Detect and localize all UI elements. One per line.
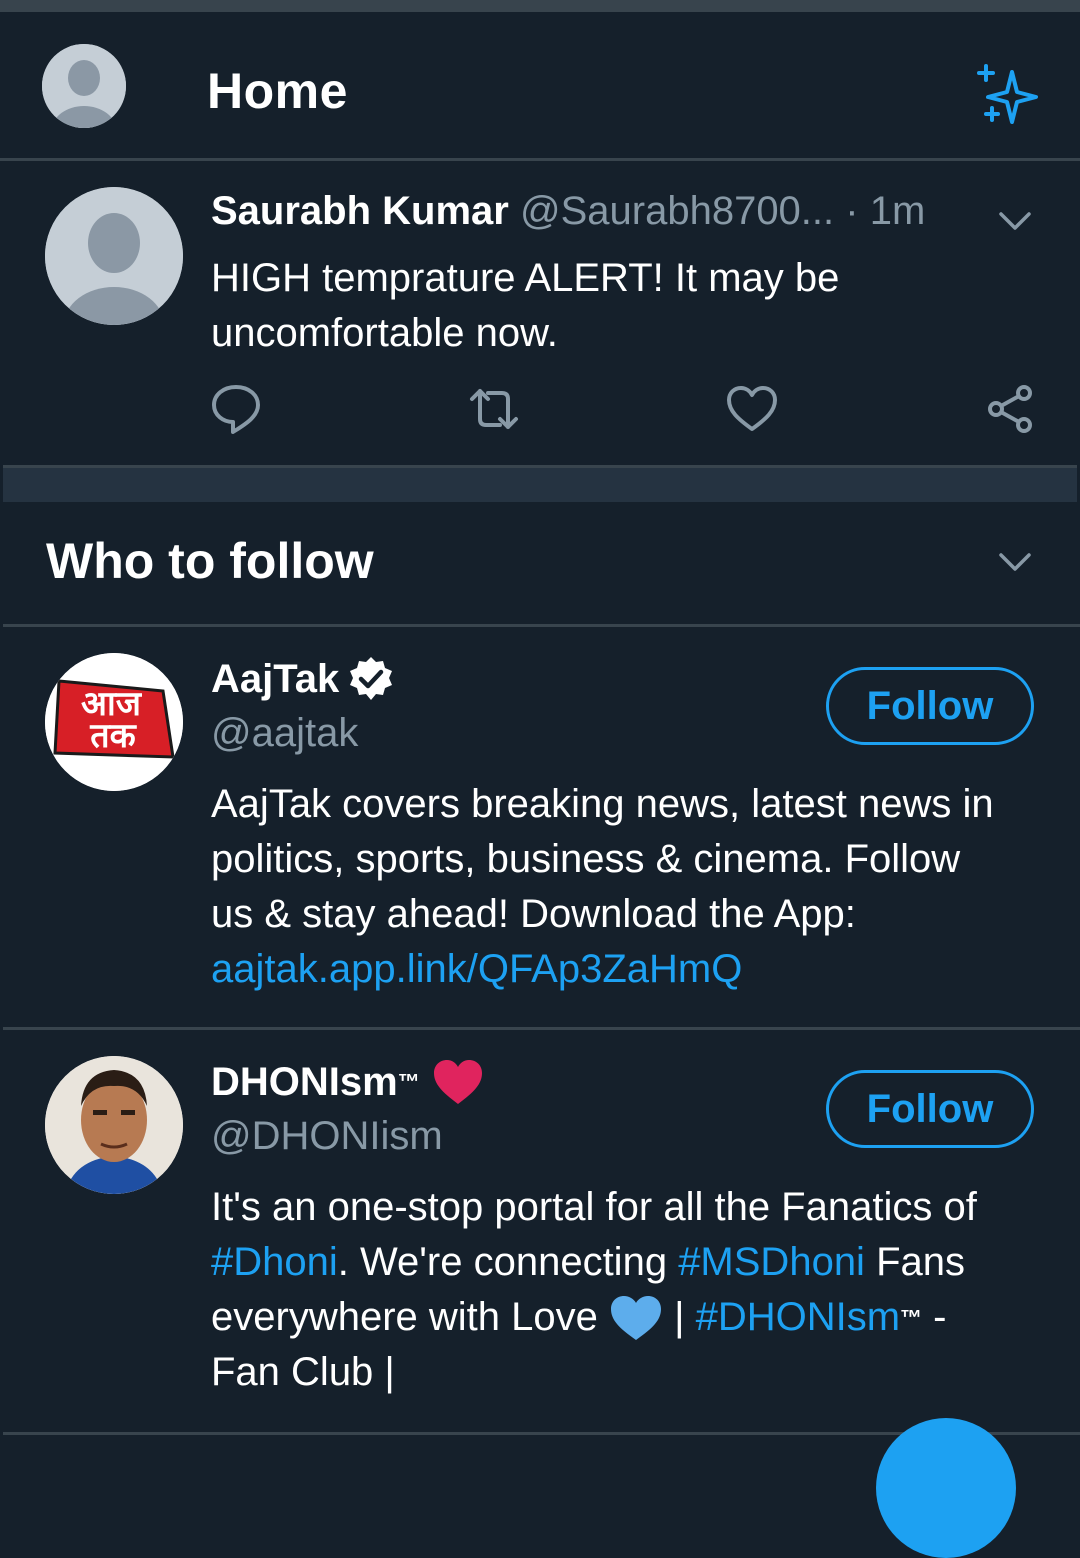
tweet-author-name[interactable]: Saurabh Kumar: [211, 189, 509, 233]
account-bio: AajTak covers breaking news, latest news…: [211, 777, 1041, 997]
hashtag-link[interactable]: #MSDhoni: [678, 1240, 865, 1284]
bio-text: -: [922, 1295, 947, 1339]
verified-badge-icon: [350, 657, 393, 700]
account-name[interactable]: AajTak: [211, 655, 395, 703]
account-handle[interactable]: @DHONIism: [211, 1114, 443, 1159]
blue-heart-icon: [610, 1295, 661, 1340]
compose-tweet-button[interactable]: [876, 1418, 1016, 1558]
trademark-symbol: ™: [397, 1069, 420, 1094]
hashtag-link[interactable]: #DHONIsm: [696, 1290, 900, 1345]
share-icon[interactable]: [982, 381, 1038, 437]
separator-dot: ·: [845, 189, 859, 233]
who-to-follow-header: Who to follow: [3, 502, 1080, 627]
like-icon[interactable]: [724, 381, 780, 437]
sparkle-icon[interactable]: [974, 62, 1044, 132]
tweet-header: Saurabh Kumar @Saurabh8700... · 1m: [211, 189, 925, 234]
account-name[interactable]: DHONIsm ™: [211, 1058, 484, 1106]
tweet-actions: [0, 381, 1080, 441]
follow-suggestion-dhonism[interactable]: DHONIsm ™ @DHONIism Follow It's an one-st…: [3, 1030, 1080, 1435]
follow-button[interactable]: Follow: [826, 667, 1034, 745]
tweet-text-line: HIGH temprature ALERT! It may be: [211, 256, 840, 300]
dhonism-avatar[interactable]: [45, 1056, 183, 1194]
account-bio: It's an one-stop portal for all the Fana…: [211, 1180, 1041, 1400]
dhoni-portrait-icon: [45, 1056, 183, 1194]
tweet-author-handle[interactable]: @Saurabh8700...: [520, 189, 834, 233]
trademark-symbol: ™: [900, 1305, 923, 1330]
tweet-avatar[interactable]: [45, 187, 183, 325]
account-name-text: AajTak: [211, 656, 340, 701]
tweet-timestamp[interactable]: 1m: [870, 189, 926, 233]
bio-line: AajTak covers breaking news, latest news…: [211, 782, 994, 826]
bio-text: Fans: [864, 1240, 965, 1284]
status-strip: [0, 0, 1080, 12]
bio-line: It's an one-stop portal for all the Fana…: [211, 1185, 977, 1229]
tweet-text: HIGH temprature ALERT! It may be uncomfo…: [211, 251, 1031, 361]
bio-link[interactable]: aajtak.app.link/QFAp3ZaHmQ: [211, 942, 1041, 997]
page-title: Home: [207, 63, 348, 119]
bio-text: everywhere with Love: [211, 1295, 609, 1339]
chevron-down-icon[interactable]: [998, 544, 1032, 578]
red-heart-icon: [433, 1060, 482, 1104]
tweet[interactable]: Saurabh Kumar @Saurabh8700... · 1m HIGH …: [0, 161, 1080, 465]
aajtak-avatar[interactable]: आज तक: [45, 653, 183, 791]
reply-icon[interactable]: [208, 381, 264, 437]
bio-line: #Dhoni. We're connecting #MSDhoni Fans: [211, 1235, 1041, 1290]
follow-suggestion-aajtak[interactable]: आज तक AajTak @aajtak Follow AajTak cover…: [3, 627, 1080, 1030]
profile-avatar[interactable]: [42, 44, 126, 128]
bio-line: politics, sports, business & cinema. Fol…: [211, 837, 961, 881]
bio-line: Fan Club |: [211, 1350, 395, 1394]
top-header: Home: [0, 12, 1080, 161]
follow-button[interactable]: Follow: [826, 1070, 1034, 1148]
hashtag-link[interactable]: #Dhoni: [211, 1240, 338, 1284]
account-name-text: DHONIsm: [211, 1059, 398, 1104]
aajtak-logo-icon: आज तक: [45, 653, 183, 791]
section-title: Who to follow: [46, 533, 374, 589]
bio-text: . We're connecting: [337, 1240, 679, 1284]
retweet-icon[interactable]: [466, 381, 522, 437]
bio-line: everywhere with Love | #DHONIsm ™ -: [211, 1290, 1041, 1345]
bio-text: |: [662, 1295, 696, 1339]
default-avatar-icon: [45, 187, 183, 325]
aajtak-logo-text: तक: [89, 716, 137, 756]
account-handle[interactable]: @aajtak: [211, 711, 358, 756]
chevron-down-icon[interactable]: [998, 203, 1032, 237]
tweet-text-line: uncomfortable now.: [211, 311, 558, 355]
bio-line: us & stay ahead! Download the App:: [211, 892, 856, 936]
default-avatar-icon: [42, 44, 126, 128]
section-separator: [3, 465, 1077, 502]
